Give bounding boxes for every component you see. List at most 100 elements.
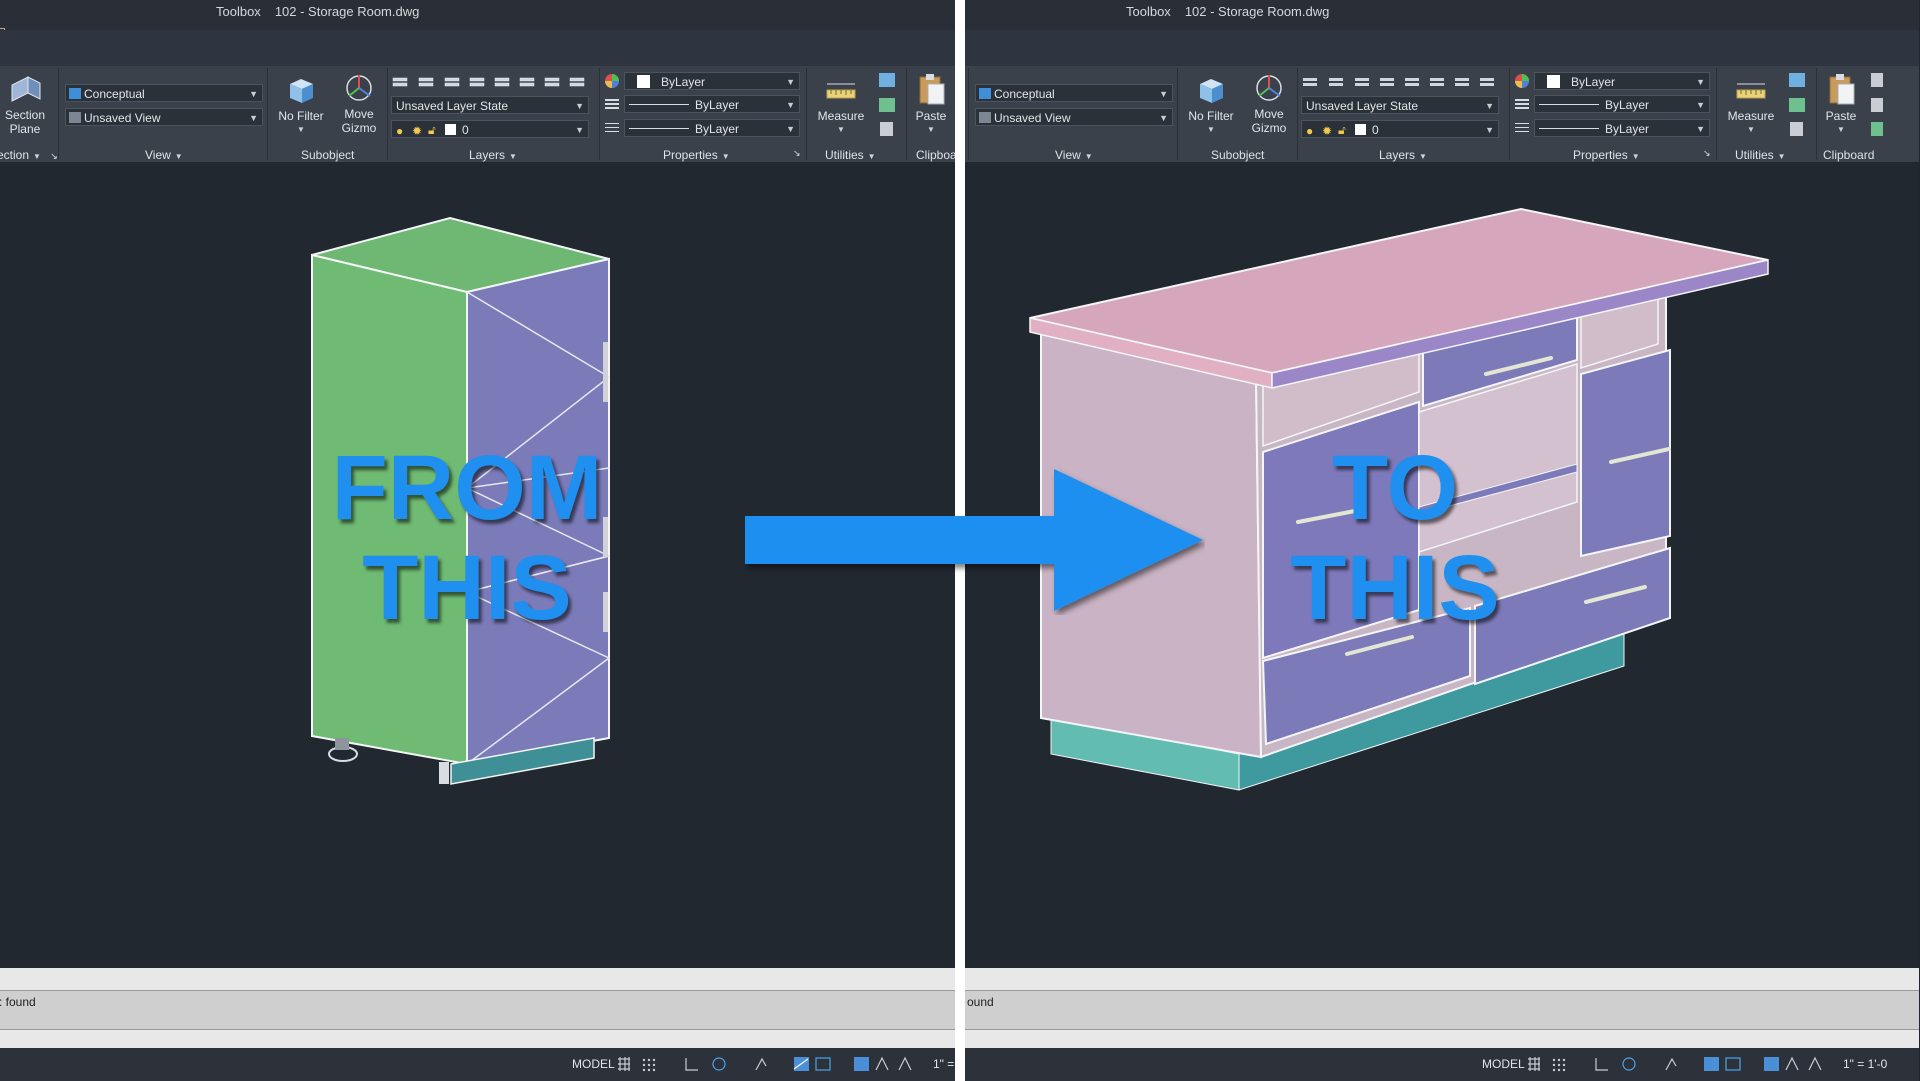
lineweight-icon (1515, 123, 1529, 132)
paste-button[interactable]: Paste ▼ (1821, 72, 1861, 137)
status-bar: MODEL 1" = 1'-0 (965, 1048, 1919, 1081)
properties-panel-title[interactable]: Properties ▼ (663, 148, 730, 162)
layer-color-swatch (445, 124, 456, 135)
visual-style-icon (69, 88, 81, 99)
ortho-icon (685, 1058, 698, 1071)
model-space-button[interactable]: MODEL (1482, 1057, 1525, 1071)
cut-icon[interactable] (1871, 73, 1883, 87)
annotation-scale[interactable]: 1" = 1'-0 (1843, 1057, 1887, 1071)
calculator-icon[interactable] (1790, 122, 1803, 136)
clipboard-panel-title: Clipboard (1823, 148, 1875, 162)
properties-launcher-icon[interactable]: ↘ (1703, 148, 1711, 159)
section-plane-label: Section Plane (4, 108, 46, 136)
file-name: 102 - Storage Room.dwg (1184, 4, 1330, 19)
select-similar-icon[interactable] (879, 98, 895, 112)
layers-panel-title[interactable]: Layers ▼ (469, 148, 517, 162)
snap-icon (642, 1058, 656, 1072)
layer-on-icon: ● (1306, 124, 1314, 138)
subobject-panel-title: Subobject (1211, 148, 1265, 162)
app-name: Toolbox (216, 4, 261, 19)
color-wheel-icon[interactable] (603, 72, 621, 90)
color-swatch (637, 75, 650, 88)
no-filter-icon (290, 79, 313, 103)
move-gizmo-button[interactable]: Move Gizmo (1243, 72, 1295, 135)
command-history: : found (0, 995, 36, 1009)
lineweight-dropdown[interactable]: ByLayer ▼ (624, 119, 800, 137)
measure-button[interactable]: Measure ▼ (1724, 74, 1778, 137)
linetype-icon (605, 99, 619, 109)
dynamic-ucs-icon (1725, 1057, 1741, 1071)
layers-panel-title[interactable]: Layers ▼ (1379, 148, 1427, 162)
view-panel-title[interactable]: View ▼ (1055, 148, 1093, 162)
paste-icon (919, 74, 945, 105)
measure-icon (1736, 83, 1766, 99)
visual-style-dropdown[interactable]: Conceptual ▼ (975, 84, 1173, 102)
layer-tool-icon[interactable] (1302, 74, 1502, 90)
lineweight-icon (605, 123, 619, 132)
quick-select-icon[interactable] (879, 73, 895, 87)
current-layer-dropdown[interactable]: ● ✹ 🔓︎ 0 ▼ (391, 120, 589, 138)
linetype-icon (1515, 99, 1529, 109)
command-line[interactable]: : found (0, 968, 955, 1050)
snap-icon (1552, 1058, 1566, 1072)
properties-launcher-icon[interactable]: ↘ (793, 148, 801, 159)
layer-tool-icon[interactable] (392, 74, 592, 90)
model-space-button[interactable]: MODEL (572, 1057, 615, 1071)
view-icon (69, 112, 81, 123)
section-plane-icon (11, 76, 41, 102)
layer-state-dropdown[interactable]: Unsaved Layer State ▼ (391, 96, 589, 114)
subobject-panel-title: Subobject (301, 148, 355, 162)
layer-freeze-icon: ✹ (412, 124, 423, 138)
annotation-icon (854, 1057, 869, 1071)
layer-tools-row (1302, 74, 1502, 90)
named-view-dropdown[interactable]: Unsaved View ▼ (975, 108, 1173, 126)
section-panel-title[interactable]: ection ▼ ↘ (0, 148, 58, 162)
ribbon-tab-strip (965, 30, 1919, 66)
measure-button[interactable]: Measure ▼ (814, 74, 868, 137)
layer-state-dropdown[interactable]: Unsaved Layer State ▼ (1301, 96, 1499, 114)
utilities-panel-title[interactable]: Utilities ▼ (1735, 148, 1786, 162)
section-plane-button[interactable]: Section Plane (2, 73, 48, 136)
status-toggles (1528, 1056, 1822, 1072)
named-view-dropdown[interactable]: Unsaved View ▼ (65, 108, 263, 126)
clipboard-panel-title: Clipboa (916, 148, 955, 162)
osnap-icon (1665, 1057, 1677, 1071)
no-filter-button[interactable]: No Filter ▼ (274, 74, 328, 137)
paste-icon (1829, 74, 1855, 105)
current-layer-dropdown[interactable]: ● ✹ 🔓︎ 0 ▼ (1301, 120, 1499, 138)
utilities-panel-title[interactable]: Utilities ▼ (825, 148, 876, 162)
color-dropdown[interactable]: ByLayer ▼ (624, 72, 800, 90)
file-name: 102 - Storage Room.dwg (274, 4, 420, 19)
transition-arrow-icon (745, 469, 1203, 611)
paste-button[interactable]: Paste ▼ (911, 72, 951, 137)
annotation-scale[interactable]: 1" = (933, 1057, 954, 1071)
lineweight-dropdown[interactable]: ByLayer ▼ (1534, 119, 1710, 137)
color-wheel-icon[interactable] (1513, 72, 1531, 90)
move-gizmo-icon (346, 75, 372, 101)
visual-style-dropdown[interactable]: Conceptual ▼ (65, 84, 263, 102)
title-bar: Toolbox 102 - Storage Room.dwg (0, 0, 955, 34)
command-line[interactable]: ound (965, 968, 1919, 1050)
measure-icon (826, 83, 856, 99)
match-properties-icon[interactable] (1871, 122, 1883, 136)
linetype-dropdown[interactable]: ByLayer ▼ (1534, 95, 1710, 113)
ortho-icon (1595, 1058, 1608, 1071)
polar-icon (712, 1057, 726, 1071)
grid-icon (618, 1057, 630, 1071)
move-gizmo-icon (1256, 75, 1282, 101)
select-similar-icon[interactable] (1789, 98, 1805, 112)
view-panel-title[interactable]: View ▼ (145, 148, 183, 162)
linetype-dropdown[interactable]: ByLayer ▼ (624, 95, 800, 113)
color-dropdown[interactable]: ByLayer ▼ (1534, 72, 1710, 90)
properties-panel-title[interactable]: Properties ▼ (1573, 148, 1640, 162)
calculator-icon[interactable] (880, 122, 893, 136)
layer-color-swatch (1355, 124, 1366, 135)
layer-tools-row (392, 74, 592, 90)
layer-lock-icon: 🔓︎ (428, 123, 436, 137)
move-gizmo-button[interactable]: Move Gizmo (333, 72, 385, 135)
quick-select-icon[interactable] (1789, 73, 1805, 87)
view-icon (979, 112, 991, 123)
no-filter-button[interactable]: No Filter ▼ (1184, 74, 1238, 137)
color-swatch (1547, 75, 1560, 88)
copy-icon[interactable] (1871, 98, 1883, 112)
